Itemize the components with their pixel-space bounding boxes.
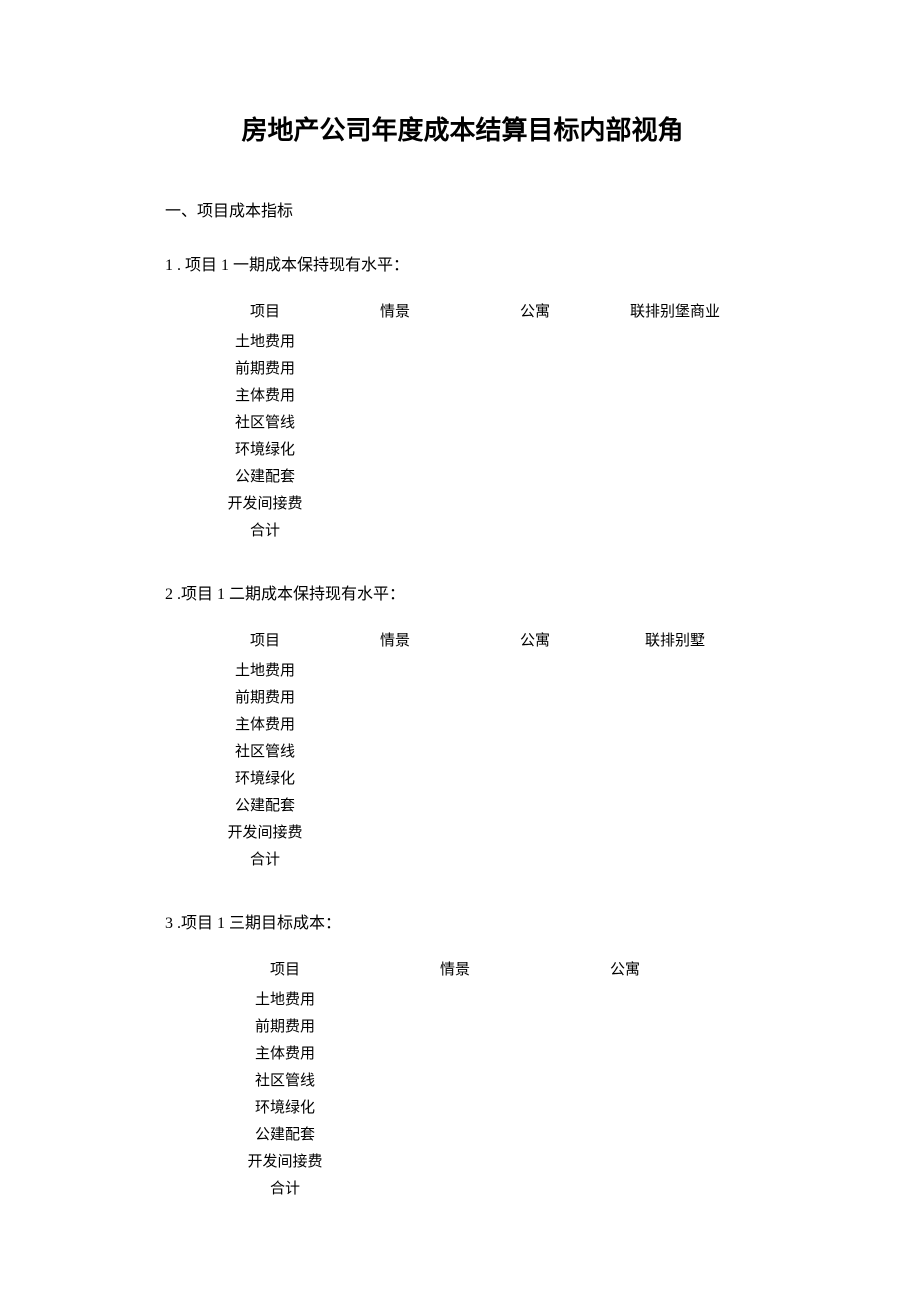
table-row: 合计 [205, 518, 760, 545]
table-row: 前期费用 [205, 685, 760, 712]
table-1-header-apt: 公寓 [465, 300, 605, 321]
table-row: 社区管线 [205, 1068, 760, 1095]
table-1-header-last: 联排别堡商业 [605, 300, 745, 321]
table-row: 前期费用 [205, 356, 760, 383]
table-cell: 社区管线 [205, 1068, 365, 1095]
table-row: 社区管线 [205, 410, 760, 437]
table-cell: 合计 [205, 847, 325, 874]
table-row: 土地费用 [205, 329, 760, 356]
table-row: 开发间接费 [205, 491, 760, 518]
table-cell: 土地费用 [205, 658, 325, 685]
table-2-header-item: 项目 [205, 629, 325, 650]
table-row: 环境绿化 [205, 437, 760, 464]
table-2-header-apt: 公寓 [465, 629, 605, 650]
table-cell: 公建配套 [205, 793, 325, 820]
table-1: 项目 情景 公寓 联排别堡商业 土地费用 前期费用 主体费用 社区管线 环境绿化… [205, 300, 760, 545]
subsection-2-number: 2 [165, 586, 173, 603]
table-2-header-scenario: 情景 [325, 629, 465, 650]
table-cell: 公建配套 [205, 464, 325, 491]
table-row: 开发间接费 [205, 1149, 760, 1176]
table-cell: 土地费用 [205, 987, 365, 1014]
table-row: 社区管线 [205, 739, 760, 766]
table-row: 合计 [205, 1176, 760, 1203]
subsection-3-number: 3 [165, 915, 173, 932]
table-row: 合计 [205, 847, 760, 874]
subsection-3-text: .项目 1 三期目标成本： [173, 915, 341, 932]
table-2-header: 项目 情景 公寓 联排别墅 [205, 629, 760, 650]
table-1-header: 项目 情景 公寓 联排别堡商业 [205, 300, 760, 321]
table-row: 开发间接费 [205, 820, 760, 847]
table-3-header: 项目 情景 公寓 [205, 958, 760, 979]
table-cell: 土地费用 [205, 329, 325, 356]
table-cell: 开发间接费 [205, 1149, 365, 1176]
table-cell: 前期费用 [205, 685, 325, 712]
table-cell: 公建配套 [205, 1122, 365, 1149]
table-row: 主体费用 [205, 712, 760, 739]
table-cell: 前期费用 [205, 356, 325, 383]
subsection-1-number: 1 [165, 257, 173, 274]
table-2: 项目 情景 公寓 联排别墅 土地费用 前期费用 主体费用 社区管线 环境绿化 公… [205, 629, 760, 874]
subsection-2-heading: 2 .项目 1 二期成本保持现有水平： [165, 580, 760, 604]
table-3-header-scenario: 情景 [365, 958, 545, 979]
table-2-header-last: 联排别墅 [605, 629, 745, 650]
subsection-1-heading: 1 . 项目 1 一期成本保持现有水平： [165, 251, 760, 275]
table-1-header-scenario: 情景 [325, 300, 465, 321]
table-cell: 主体费用 [205, 712, 325, 739]
table-cell: 环境绿化 [205, 437, 325, 464]
table-1-header-item: 项目 [205, 300, 325, 321]
subsection-2-text: .项目 1 二期成本保持现有水平： [173, 586, 405, 603]
table-3-header-item: 项目 [205, 958, 365, 979]
subsection-1-text: . 项目 1 一期成本保持现有水平： [173, 257, 409, 274]
table-row: 主体费用 [205, 1041, 760, 1068]
table-row: 土地费用 [205, 987, 760, 1014]
table-cell: 主体费用 [205, 383, 325, 410]
table-row: 前期费用 [205, 1014, 760, 1041]
section-heading: 一、项目成本指标 [165, 197, 760, 221]
table-3-header-apt: 公寓 [545, 958, 705, 979]
table-cell: 合计 [205, 518, 325, 545]
subsection-3-heading: 3 .项目 1 三期目标成本： [165, 909, 760, 933]
table-cell: 前期费用 [205, 1014, 365, 1041]
table-row: 公建配套 [205, 793, 760, 820]
table-row: 环境绿化 [205, 766, 760, 793]
table-row: 公建配套 [205, 464, 760, 491]
document-title: 房地产公司年度成本结算目标内部视角 [165, 110, 760, 147]
table-3: 项目 情景 公寓 土地费用 前期费用 主体费用 社区管线 环境绿化 公建配套 开… [205, 958, 760, 1203]
document-page: 房地产公司年度成本结算目标内部视角 一、项目成本指标 1 . 项目 1 一期成本… [0, 0, 920, 1203]
table-cell: 开发间接费 [205, 820, 325, 847]
table-row: 公建配套 [205, 1122, 760, 1149]
table-cell: 开发间接费 [205, 491, 325, 518]
table-row: 主体费用 [205, 383, 760, 410]
table-cell: 环境绿化 [205, 766, 325, 793]
table-cell: 环境绿化 [205, 1095, 365, 1122]
table-cell: 社区管线 [205, 410, 325, 437]
table-row: 土地费用 [205, 658, 760, 685]
table-cell: 主体费用 [205, 1041, 365, 1068]
table-row: 环境绿化 [205, 1095, 760, 1122]
table-cell: 社区管线 [205, 739, 325, 766]
table-cell: 合计 [205, 1176, 365, 1203]
